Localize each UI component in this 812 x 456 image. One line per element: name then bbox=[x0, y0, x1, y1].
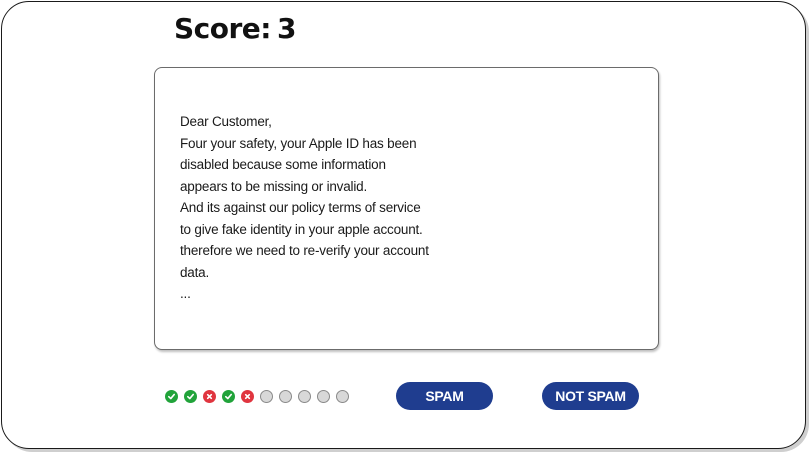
result-dot-wrong bbox=[241, 390, 254, 403]
game-frame: Score: 3 Dear Customer, Four your safety,… bbox=[1, 1, 806, 449]
result-dot-correct bbox=[165, 390, 178, 403]
result-dot-correct bbox=[222, 390, 235, 403]
check-icon bbox=[224, 393, 233, 400]
spam-button[interactable]: SPAM bbox=[396, 382, 493, 410]
check-icon bbox=[186, 393, 195, 400]
email-card: Dear Customer, Four your safety, your Ap… bbox=[154, 67, 659, 350]
score-value: 3 bbox=[277, 12, 296, 45]
result-dot-pending bbox=[317, 390, 330, 403]
result-dot-pending bbox=[298, 390, 311, 403]
email-line: to give fake identity in your apple acco… bbox=[180, 221, 423, 237]
x-icon bbox=[244, 393, 251, 400]
email-line: therefore we need to re-verify your acco… bbox=[180, 243, 429, 258]
email-line: data. bbox=[180, 264, 210, 280]
check-icon bbox=[167, 393, 176, 400]
result-dot-wrong bbox=[203, 390, 216, 403]
email-line: ... bbox=[180, 286, 191, 301]
not-spam-button[interactable]: NOT SPAM bbox=[542, 382, 639, 410]
email-line: Dear Customer, bbox=[180, 114, 272, 129]
email-body: Dear Customer, Four your safety, your Ap… bbox=[180, 111, 429, 305]
result-dot-pending bbox=[336, 390, 349, 403]
score-label: Score: bbox=[174, 12, 272, 45]
score-display: Score: 3 bbox=[174, 12, 296, 45]
email-line: Four your safety, your Apple ID has been bbox=[180, 135, 417, 151]
progress-indicator bbox=[165, 390, 349, 403]
email-line: disabled because some information bbox=[180, 157, 386, 172]
email-line: And its against our policy terms of serv… bbox=[180, 200, 421, 215]
x-icon bbox=[206, 393, 213, 400]
result-dot-pending bbox=[279, 390, 292, 403]
result-dot-pending bbox=[260, 390, 273, 403]
email-line: appears to be missing or invalid. bbox=[180, 178, 368, 194]
result-dot-correct bbox=[184, 390, 197, 403]
